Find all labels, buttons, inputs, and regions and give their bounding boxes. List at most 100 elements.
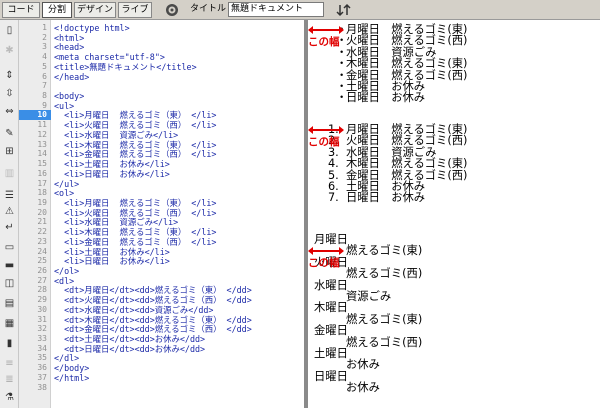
- width-arrow-icon: [308, 26, 344, 34]
- line-number: 25: [37, 256, 47, 266]
- width-arrow-icon: [308, 126, 344, 134]
- code-hint-icon[interactable]: ⚗: [3, 392, 16, 404]
- line-number: 11: [37, 120, 47, 130]
- code-line[interactable]: </head>: [54, 72, 89, 82]
- dl-term: 日曜日: [314, 369, 348, 383]
- width-annotation: この幅: [308, 136, 340, 148]
- code-line[interactable]: <li>火曜日 燃えるゴミ（西） </li>: [54, 208, 216, 218]
- expand-all-icon[interactable]: ⇔: [3, 106, 16, 118]
- balance-braces-icon[interactable]: ⊞: [3, 146, 16, 158]
- code-line[interactable]: </body>: [54, 363, 89, 373]
- dl-definition: 燃えるゴミ(西): [346, 335, 423, 349]
- line-number: 32: [37, 324, 47, 334]
- dl-term: 月曜日: [314, 233, 348, 246]
- collapse-selection-icon[interactable]: ⇳: [3, 88, 16, 100]
- format-source-code-icon[interactable]: ≣: [3, 374, 16, 386]
- code-line[interactable]: <dl>: [54, 276, 74, 286]
- indent-code-icon[interactable]: ▮: [3, 338, 16, 350]
- code-line[interactable]: <li>土曜日 お休み</li>: [54, 247, 170, 257]
- collapse-full-tag-icon[interactable]: ⇕: [3, 70, 16, 82]
- code-line[interactable]: <li>日曜日 お休み</li>: [54, 256, 170, 266]
- code-line[interactable]: <title>無題ドキュメント</title>: [54, 62, 197, 72]
- code-line[interactable]: <li>土曜日 お休み</li>: [54, 159, 170, 169]
- code-line[interactable]: <li>木曜日 燃えるゴミ（東） </li>: [54, 227, 216, 237]
- code-line[interactable]: </html>: [54, 373, 89, 383]
- dl-term: 木曜日: [314, 301, 348, 315]
- line-number: 19: [37, 197, 47, 207]
- code-line[interactable]: <li>月曜日 燃えるゴミ（東） </li>: [54, 110, 216, 120]
- line-number: 16: [37, 168, 47, 178]
- line-number: 27: [37, 275, 47, 285]
- open-documents-icon[interactable]: ▯: [3, 25, 16, 37]
- title-input[interactable]: 無題ドキュメント: [228, 2, 324, 17]
- dl-definition: 燃えるゴミ(西): [346, 267, 423, 281]
- ol-item: 日曜日 お休み: [346, 191, 426, 205]
- line-number: 4: [42, 52, 47, 62]
- line-number: 18: [37, 188, 47, 198]
- code-line[interactable]: <dt>土曜日</dt><dd>お休み</dd>: [54, 334, 205, 344]
- sort-icon[interactable]: [336, 3, 352, 17]
- line-number: 12: [37, 129, 47, 139]
- line-number: 37: [37, 372, 47, 382]
- split-view-button[interactable]: 分割: [42, 2, 72, 18]
- outdent-code-icon[interactable]: ≡: [3, 358, 16, 370]
- code-line[interactable]: <meta charset="utf-8">: [54, 52, 165, 62]
- line-number: 9: [42, 100, 47, 110]
- code-line[interactable]: <dt>月曜日</dt><dd>燃えるゴミ（東） </dd>: [54, 285, 252, 295]
- width-arrow-icon: [308, 247, 344, 256]
- word-wrap-icon[interactable]: ↵: [3, 222, 16, 234]
- line-number: 13: [37, 139, 47, 149]
- code-line[interactable]: </ol>: [54, 266, 79, 276]
- wrap-tag-icon[interactable]: ◫: [3, 278, 16, 290]
- code-line[interactable]: </ul>: [54, 179, 79, 189]
- line-number: 31: [37, 314, 47, 324]
- line-number: 8: [42, 91, 47, 101]
- code-line[interactable]: <dt>日曜日</dt><dd>お休み</dd>: [54, 344, 205, 354]
- line-number: 10: [19, 110, 51, 121]
- code-line[interactable]: <head>: [54, 42, 84, 52]
- code-line[interactable]: <!doctype html>: [54, 23, 130, 33]
- globe-icon[interactable]: [165, 3, 179, 17]
- code-line[interactable]: <li>月曜日 燃えるゴミ（東） </li>: [54, 198, 216, 208]
- apply-comment-icon[interactable]: ▭: [3, 242, 16, 254]
- line-number: 23: [37, 236, 47, 246]
- width-annotation: この幅: [308, 36, 340, 48]
- line-number: 33: [37, 334, 47, 344]
- code-line[interactable]: </dl>: [54, 353, 79, 363]
- show-code-navigator-icon[interactable]: ✱: [3, 45, 16, 57]
- code-line[interactable]: <dt>木曜日</dt><dd>燃えるゴミ（東） </dd>: [54, 315, 252, 325]
- code-line[interactable]: <li>日曜日 お休み</li>: [54, 169, 170, 179]
- code-line[interactable]: <dt>水曜日</dt><dd>資源ごみ</dd>: [54, 305, 213, 315]
- design-view-button[interactable]: デザイン: [74, 2, 116, 18]
- code-line[interactable]: <li>火曜日 燃えるゴミ（西） </li>: [54, 120, 216, 130]
- line-number: 7: [42, 81, 47, 91]
- code-line[interactable]: <ul>: [54, 101, 74, 111]
- line-number: 38: [37, 382, 47, 392]
- code-line[interactable]: <li>金曜日 燃えるゴミ（西） </li>: [54, 149, 216, 159]
- dl-term: 金曜日: [314, 324, 348, 338]
- design-preview[interactable]: ・月曜日 燃えるゴミ(東)・火曜日 燃えるゴミ(西)・水曜日 資源ごみ・木曜日 …: [308, 20, 600, 408]
- syntax-error-alerts-icon[interactable]: ⚠: [3, 206, 16, 218]
- code-editor[interactable]: <!doctype html> <html> <head> <meta charset…: [51, 20, 304, 408]
- code-line[interactable]: <dt>金曜日</dt><dd>燃えるゴミ（西） </dd>: [54, 324, 252, 334]
- line-number: 30: [37, 304, 47, 314]
- recent-snippets-icon[interactable]: ▤: [3, 298, 16, 310]
- code-view-button[interactable]: コード: [2, 2, 40, 18]
- select-parent-tag-icon[interactable]: ✎: [3, 128, 16, 140]
- code-line[interactable]: <ol>: [54, 188, 74, 198]
- line-number: 29: [37, 295, 47, 305]
- live-view-button[interactable]: ライブ: [118, 2, 152, 18]
- line-number: 5: [42, 61, 47, 71]
- dl-definition: 燃えるゴミ(東): [346, 312, 423, 326]
- code-line[interactable]: <li>水曜日 資源ごみ</li>: [54, 217, 178, 227]
- highlight-invalid-code-icon[interactable]: ☰: [3, 190, 16, 202]
- code-line[interactable]: <html>: [54, 33, 84, 43]
- remove-comment-icon[interactable]: ▬: [3, 260, 16, 272]
- code-line[interactable]: <body>: [54, 91, 84, 101]
- code-line[interactable]: <dt>火曜日</dt><dd>燃えるゴミ（西） </dd>: [54, 295, 252, 305]
- move-css-icon[interactable]: ▦: [3, 318, 16, 330]
- code-line[interactable]: <li>金曜日 燃えるゴミ（西） </li>: [54, 237, 216, 247]
- code-line[interactable]: <li>水曜日 資源ごみ</li>: [54, 130, 178, 140]
- code-line[interactable]: <li>木曜日 燃えるゴミ（東） </li>: [54, 140, 216, 150]
- line-numbers-icon[interactable]: ▥: [3, 168, 16, 180]
